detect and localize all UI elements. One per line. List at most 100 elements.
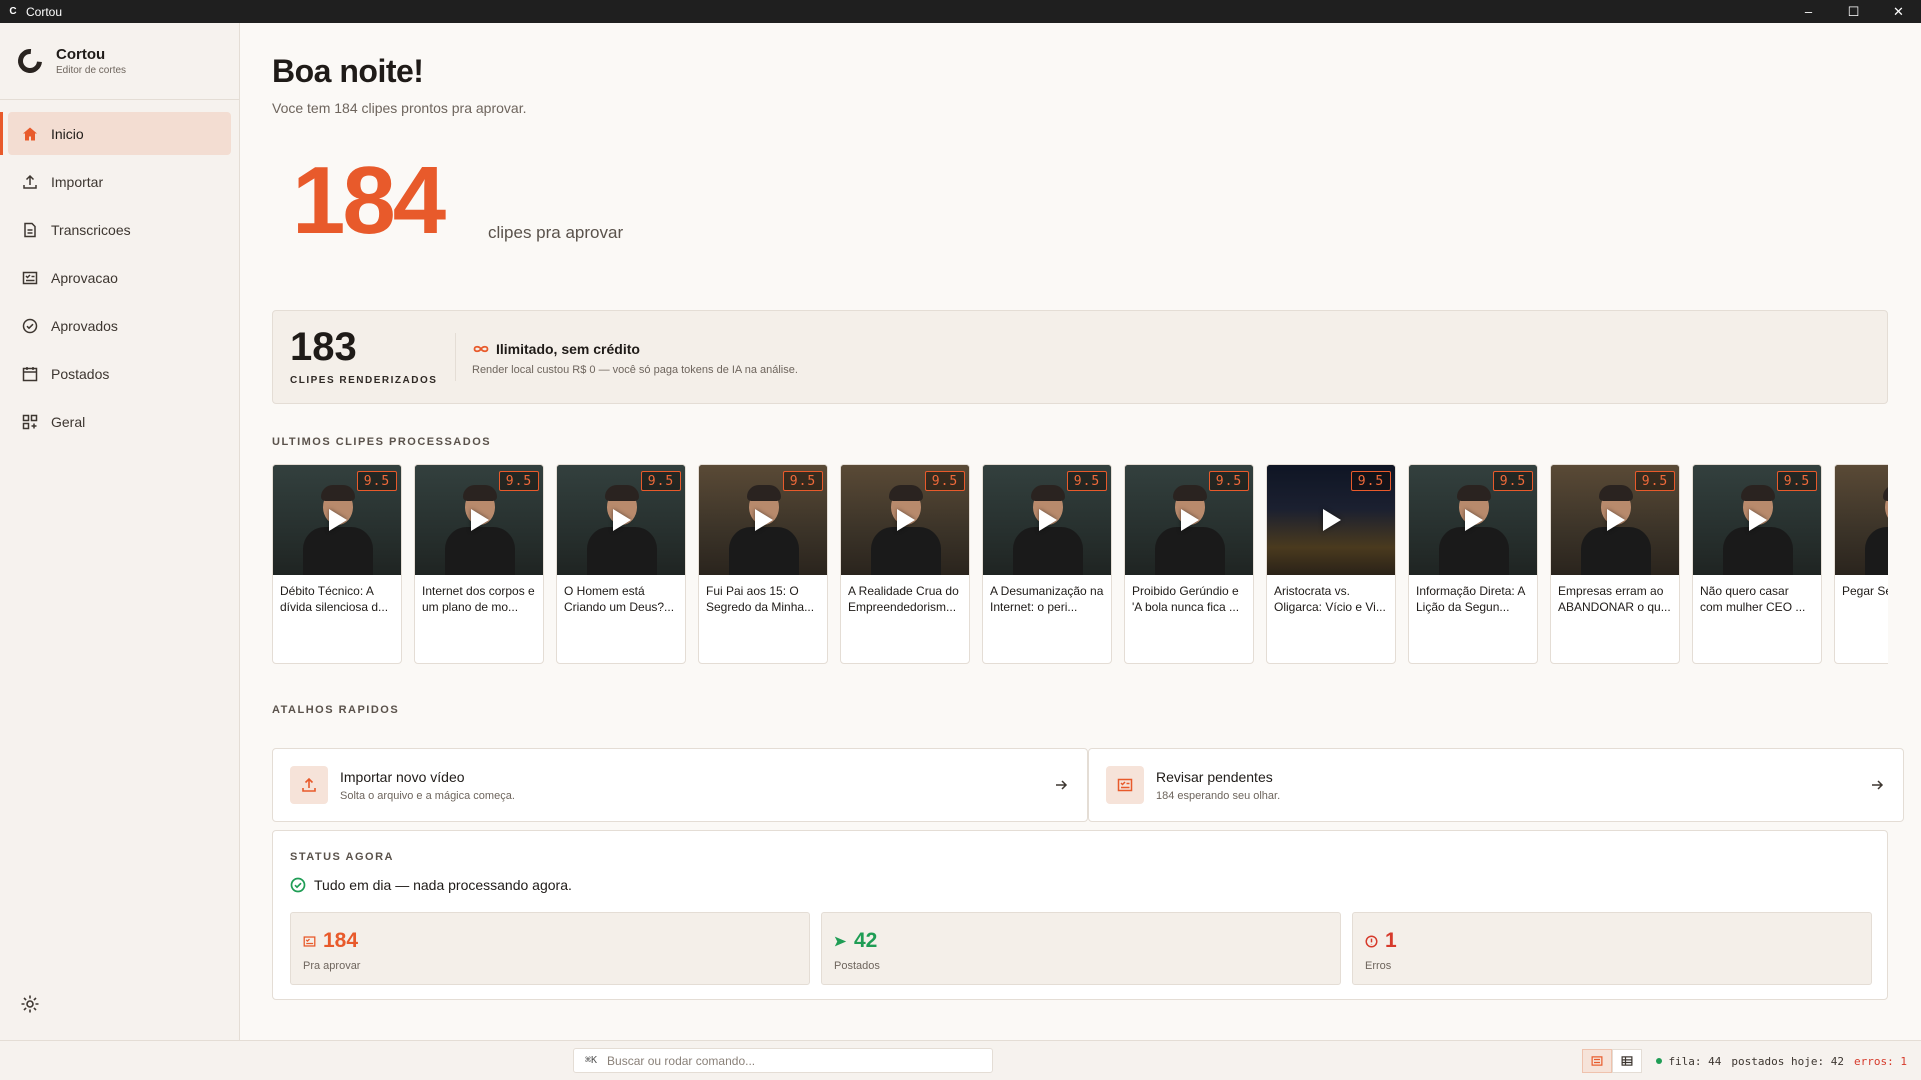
clip-score-badge: 9.5	[783, 471, 823, 491]
play-icon[interactable]	[1181, 509, 1199, 531]
sidebar-item-postados[interactable]: Postados	[8, 352, 231, 395]
clip-card[interactable]: 9.5 A Realidade Crua do Empreendedorism..…	[840, 464, 970, 664]
command-shortcut: ⌘K	[585, 1055, 598, 1066]
clip-card[interactable]: 9.5 Informação Direta: A Lição da Segun..…	[1408, 464, 1538, 664]
status-message: Tudo em dia — nada processando agora.	[290, 877, 572, 893]
stat-value: 184	[303, 929, 358, 953]
window-title: Cortou	[26, 4, 63, 19]
gear-icon[interactable]	[20, 994, 40, 1014]
grid-icon	[21, 413, 39, 431]
stat-errors[interactable]: 1 Erros	[1352, 912, 1872, 985]
shortcut-review-pending[interactable]: Revisar pendentes 184 esperando seu olha…	[1088, 748, 1904, 822]
sidebar-item-aprovacao[interactable]: Aprovacao	[8, 256, 231, 299]
clip-title: Internet dos corpos e um plano de mo...	[422, 584, 535, 614]
clip-card[interactable]: 9.5 Internet dos corpos e um plano de mo.…	[414, 464, 544, 664]
render-plan-title-text: Ilimitado, sem crédito	[496, 341, 640, 357]
shortcut-subtitle: 184 esperando seu olhar.	[1156, 790, 1281, 802]
play-icon[interactable]	[471, 509, 489, 531]
sidebar-item-importar[interactable]: Importar	[8, 160, 231, 203]
clip-score-badge: 9.5	[499, 471, 539, 491]
render-summary-card: 183 CLIPES RENDERIZADOS Ilimitado, sem c…	[272, 310, 1888, 404]
play-icon[interactable]	[897, 509, 915, 531]
clip-card[interactable]: 9.5 Proibido Gerúndio e 'A bola nunca fic…	[1124, 464, 1254, 664]
stat-pending[interactable]: 184 Pra aprovar	[290, 912, 810, 985]
clip-thumbnail[interactable]: 9.5	[1409, 465, 1537, 575]
play-icon[interactable]	[755, 509, 773, 531]
clip-title: O Homem está Criando um Deus?...	[564, 584, 675, 614]
clip-score-badge: 9.5	[1777, 471, 1817, 491]
shortcut-subtitle: Solta o arquivo e a mágica começa.	[340, 790, 515, 802]
shortcut-import-video[interactable]: Importar novo vídeo Solta o arquivo e a …	[272, 748, 1088, 822]
clip-thumbnail[interactable]: 9.5	[1551, 465, 1679, 575]
brand: Cortou Editor de cortes	[0, 23, 239, 100]
sidebar: Cortou Editor de cortes Inicio Importar …	[0, 23, 240, 1040]
clip-thumbnail[interactable]: 9.5	[1693, 465, 1821, 575]
rendered-count: 183	[290, 325, 357, 369]
clip-title: Não quero casar com mulher CEO ...	[1700, 584, 1806, 614]
render-plan-description: Render local custou R$ 0 — você só paga …	[472, 364, 798, 376]
clip-card[interactable]: 9.5 Empresas erram ao ABANDONAR o qu...	[1550, 464, 1680, 664]
status-bar-right: fila: 44 postados hoje: 42 erros: 1	[1582, 1041, 1907, 1080]
stat-value-text: 1	[1385, 929, 1397, 952]
play-icon[interactable]	[329, 509, 347, 531]
maximize-icon[interactable]: ☐	[1831, 0, 1876, 23]
upload-icon	[21, 173, 39, 191]
calendar-icon	[21, 365, 39, 383]
send-icon	[834, 934, 848, 948]
clip-thumbnail[interactable]: 9.5	[1267, 465, 1395, 575]
clip-thumbnail[interactable]: 9.5	[273, 465, 401, 575]
clip-title: Empresas erram ao ABANDONAR o qu...	[1558, 584, 1671, 614]
sidebar-item-geral[interactable]: Geral	[8, 400, 231, 443]
shortcut-title: Revisar pendentes	[1156, 769, 1273, 785]
clip-score-badge: 9.5	[1067, 471, 1107, 491]
clip-thumbnail[interactable]: 9.5	[557, 465, 685, 575]
clip-thumbnail[interactable]: 9.5	[699, 465, 827, 575]
clip-title: Pegar Se Brasil en	[1842, 584, 1888, 598]
clip-thumbnail[interactable]: 9.5	[841, 465, 969, 575]
clip-title: A Realidade Crua do Empreendedorism...	[848, 584, 959, 614]
shortcuts-label: ATALHOS RAPIDOS	[272, 704, 400, 716]
clip-card[interactable]: 9.5 Fui Pai aos 15: O Segredo da Minha...	[698, 464, 828, 664]
sidebar-item-transcricoes[interactable]: Transcricoes	[8, 208, 231, 251]
clip-thumbnail[interactable]: 9.5	[1125, 465, 1253, 575]
sidebar-item-label: Importar	[51, 173, 104, 190]
clip-card[interactable]: 9.5 Não quero casar com mulher CEO ...	[1692, 464, 1822, 664]
view-grid-button[interactable]	[1612, 1049, 1643, 1073]
error-count: erros: 1	[1854, 1054, 1907, 1068]
clip-thumbnail[interactable]: 9.5	[1835, 465, 1888, 575]
shortcut-title: Importar novo vídeo	[340, 769, 465, 785]
play-icon[interactable]	[1323, 509, 1341, 531]
online-indicator	[1656, 1058, 1663, 1064]
stat-label: Pra aprovar	[303, 960, 361, 972]
command-search-input[interactable]: ⌘K Buscar ou rodar comando...	[573, 1048, 993, 1073]
infinity-icon	[473, 345, 489, 353]
clip-card[interactable]: 9.5 Aristocrata vs. Oligarca: Vício e Vi.…	[1266, 464, 1396, 664]
window-titlebar: C Cortou – ☐ ✕	[0, 0, 1921, 23]
clip-thumbnail[interactable]: 9.5	[983, 465, 1111, 575]
view-list-button[interactable]	[1582, 1049, 1613, 1073]
sidebar-item-label: Aprovacao	[51, 269, 118, 286]
stat-value: 1	[1365, 929, 1397, 953]
play-icon[interactable]	[613, 509, 631, 531]
minimize-icon[interactable]: –	[1786, 0, 1831, 23]
play-icon[interactable]	[1607, 509, 1625, 531]
check-circle-icon	[290, 877, 306, 893]
review-icon	[1106, 766, 1144, 804]
page-subtitle: Voce tem 184 clipes prontos pra aprovar.	[272, 100, 527, 116]
sidebar-item-aprovados[interactable]: Aprovados	[8, 304, 231, 347]
play-icon[interactable]	[1749, 509, 1767, 531]
play-icon[interactable]	[1465, 509, 1483, 531]
clip-title: Débito Técnico: A dívida silenciosa d...	[280, 584, 389, 614]
clip-card[interactable]: 9.5 A Desumanização na Internet: o peri..…	[982, 464, 1112, 664]
sidebar-item-label: Aprovados	[51, 317, 118, 334]
clip-thumbnail[interactable]: 9.5	[415, 465, 543, 575]
clip-card[interactable]: 9.5 O Homem está Criando um Deus?...	[556, 464, 686, 664]
status-bar: ⌘K Buscar ou rodar comando... fila: 44 p…	[0, 1040, 1921, 1080]
play-icon[interactable]	[1039, 509, 1057, 531]
close-icon[interactable]: ✕	[1876, 0, 1921, 23]
sidebar-item-inicio[interactable]: Inicio	[0, 112, 231, 155]
clip-score-badge: 9.5	[1351, 471, 1391, 491]
clip-card[interactable]: 9.5 Pegar Se Brasil en	[1834, 464, 1888, 664]
clip-card[interactable]: 9.5 Débito Técnico: A dívida silenciosa d…	[272, 464, 402, 664]
stat-posted[interactable]: 42 Postados	[821, 912, 1341, 985]
